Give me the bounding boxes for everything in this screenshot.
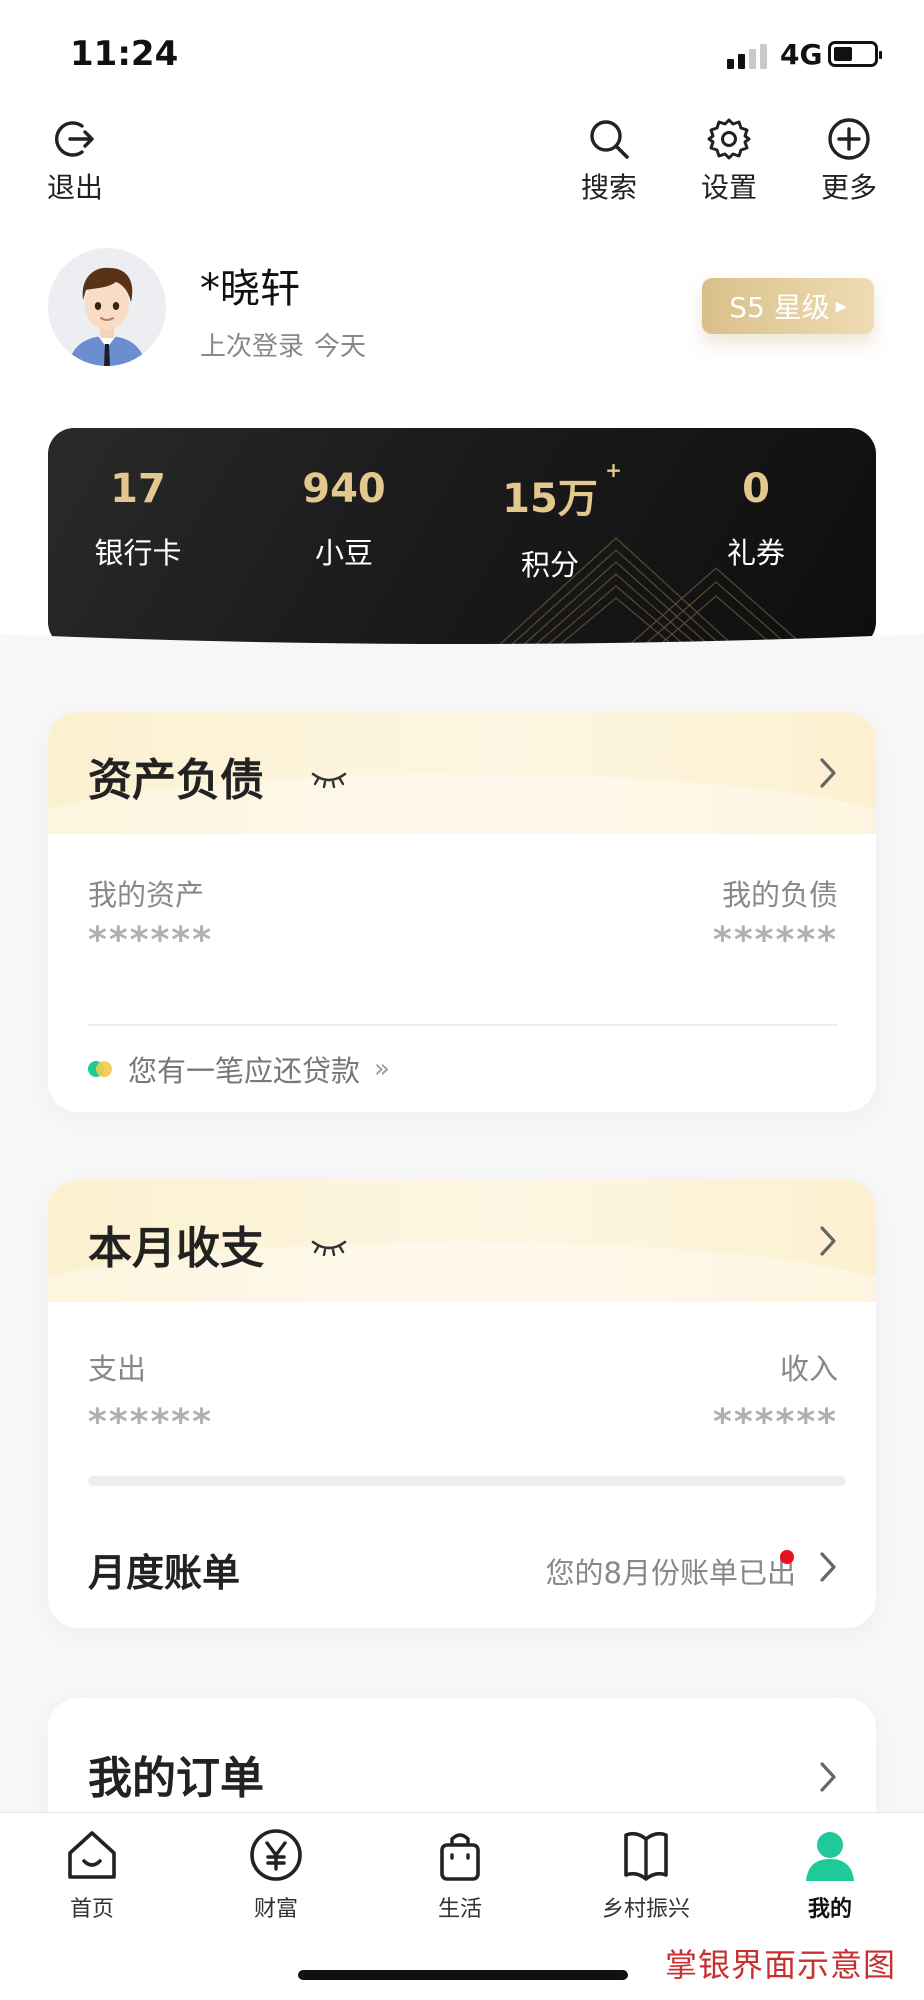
monthly-income-expense-card[interactable]: 本月收支 支出 收入 ****** ****** 月度账单 您的8月份账单已出 [48, 1180, 876, 1628]
network-type: 4G [780, 38, 823, 71]
watermark-text: 掌银界面示意图 [664, 1946, 896, 1984]
income-value: ****** [713, 1402, 838, 1443]
book-icon [624, 1831, 668, 1881]
monthly-bill-note[interactable]: 您的8月份账单已出 [546, 1550, 796, 1592]
stat-bank-cards[interactable]: 17 银行卡 [48, 466, 228, 572]
settings-button[interactable]: 设置 [684, 116, 774, 206]
monthly-card-title: 本月收支 [88, 1223, 264, 1274]
double-chevron-right-icon: » [374, 1054, 390, 1084]
exit-button[interactable]: 退出 [30, 116, 120, 206]
exit-icon [54, 121, 94, 157]
eye-closed-icon[interactable] [310, 770, 348, 788]
tab-label: 乡村振兴 [601, 1897, 690, 1922]
stat-value: 17 [110, 466, 166, 512]
tab-label: 首页 [69, 1897, 114, 1922]
tab-mine[interactable]: 我的 [750, 1825, 910, 1923]
exit-label: 退出 [46, 171, 103, 204]
battery-icon [828, 41, 882, 67]
monthly-bill-label[interactable]: 月度账单 [88, 1542, 240, 1597]
stat-beans[interactable]: 940 小豆 [254, 466, 434, 572]
yuan-icon [250, 1829, 302, 1881]
chevron-right-icon [820, 1762, 836, 1792]
tab-life[interactable]: 生活 [380, 1825, 540, 1923]
home-indicator[interactable] [298, 1970, 628, 1980]
tab-label: 财富 [253, 1897, 298, 1922]
stat-label: 小豆 [314, 536, 373, 570]
shopping-bag-icon [440, 1833, 480, 1881]
settings-label: 设置 [700, 171, 757, 204]
notice-dots-icon [88, 1061, 112, 1077]
assets-liabilities-card[interactable]: 资产负债 我的资产 我的负债 ****** ****** 您有一笔应还贷款 » [48, 712, 876, 1112]
last-login-label: 上次登录 [200, 332, 305, 362]
more-button[interactable]: 更多 [804, 116, 894, 206]
search-button[interactable]: 搜索 [564, 116, 654, 206]
unread-dot [780, 1550, 794, 1564]
tab-home[interactable]: 首页 [12, 1825, 172, 1923]
monthly-card-header[interactable]: 本月收支 [48, 1180, 876, 1362]
last-login-value: 今天 [314, 332, 367, 362]
my-assets-label: 我的资产 [88, 878, 205, 912]
last-login: 上次登录 今天 [200, 326, 366, 363]
stat-value: 940 [302, 466, 386, 512]
stat-superscript: + [605, 458, 622, 482]
user-name: *晓轩 [200, 266, 300, 312]
tab-label: 生活 [437, 1897, 482, 1922]
stat-coupons[interactable]: 0 礼券 [666, 466, 846, 572]
stat-label: 礼券 [726, 536, 785, 570]
header-curve-divider [0, 634, 924, 694]
tab-wealth[interactable]: 财富 [196, 1825, 356, 1923]
status-bar: 11:24 4G [0, 0, 924, 110]
tab-rural[interactable]: 乡村振兴 [566, 1825, 726, 1923]
stat-label: 积分 [520, 548, 579, 582]
card-divider [88, 1024, 838, 1026]
income-label: 收入 [779, 1352, 838, 1386]
my-orders-title: 我的订单 [88, 1753, 264, 1804]
my-assets-value: ****** [88, 920, 213, 961]
more-label: 更多 [820, 171, 877, 204]
level-badge-label: S5 星级 [729, 291, 830, 324]
assets-card-header[interactable]: 资产负债 [48, 712, 876, 894]
chevron-right-icon [820, 1552, 836, 1582]
stat-points[interactable]: 15万 + 积分 [460, 458, 640, 584]
member-level-badge[interactable]: S5 星级 ▸ [702, 278, 874, 334]
profile-page: 11:24 4G 退出 搜索 设置 更多 *晓轩 上次登录 今天 S5 星级 ▸… [0, 0, 924, 2000]
home-icon [68, 1831, 116, 1879]
chevron-right-icon [820, 758, 836, 788]
avatar[interactable] [48, 248, 166, 366]
stat-value: 15万 [502, 476, 598, 522]
stat-value: 0 [742, 466, 770, 512]
search-label: 搜索 [580, 171, 637, 204]
tab-label: 我的 [807, 1897, 852, 1922]
income-expense-bar [88, 1476, 846, 1486]
my-liabilities-label: 我的负债 [721, 878, 838, 912]
my-liabilities-value: ****** [713, 920, 838, 961]
chevron-right-icon: ▸ [835, 293, 847, 319]
avatar-image [48, 248, 166, 366]
plus-circle-icon [828, 118, 870, 160]
stat-label: 银行卡 [94, 536, 182, 570]
status-time: 11:24 [70, 34, 179, 74]
gear-icon [707, 118, 751, 160]
loan-notice-text: 您有一笔应还贷款 [128, 1054, 361, 1088]
assets-card-title: 资产负债 [88, 755, 264, 806]
chevron-right-icon [820, 1226, 836, 1256]
eye-closed-icon[interactable] [310, 1238, 348, 1256]
expense-label: 支出 [88, 1352, 147, 1386]
search-icon [590, 120, 629, 159]
expense-value: ****** [88, 1402, 213, 1443]
person-icon [806, 1832, 854, 1881]
signal-icon [727, 44, 767, 69]
loan-notice[interactable]: 您有一笔应还贷款 » [88, 1048, 390, 1090]
